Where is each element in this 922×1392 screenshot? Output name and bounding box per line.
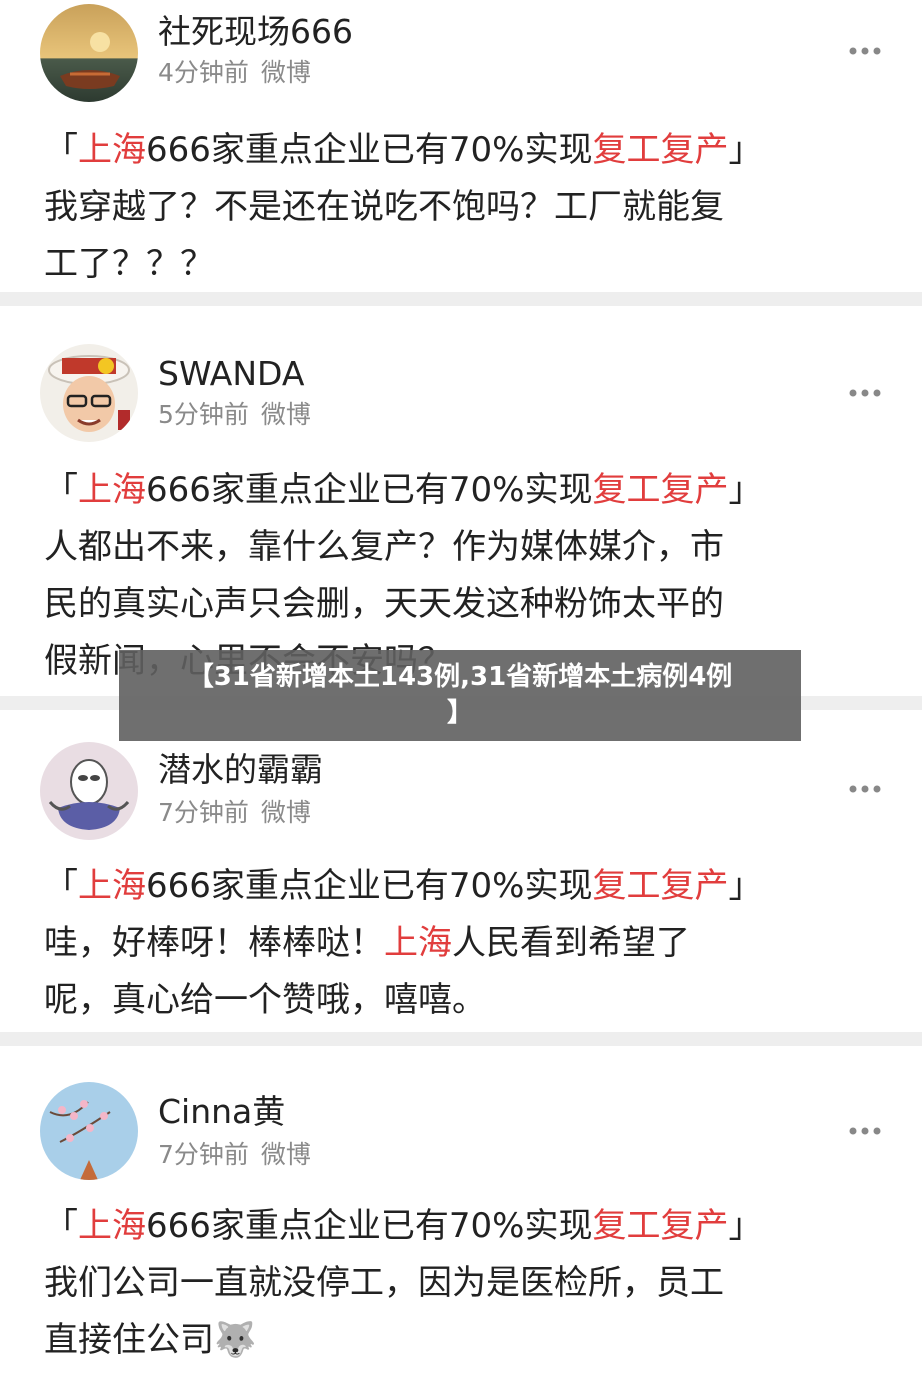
post-line: 哇，好棒呀！棒棒哒！上海人民看到希望了: [44, 923, 690, 963]
post-line: 「上海666家重点企业已有70%实现复工复产」: [44, 866, 763, 906]
highlight-text: 上海: [78, 470, 146, 510]
post-time: 7分钟前: [158, 1140, 249, 1169]
username[interactable]: 社死现场666: [158, 12, 353, 52]
username[interactable]: SWANDA: [158, 354, 304, 394]
highlight-text: 上海: [78, 130, 146, 170]
post-card: 社死现场666 4分钟前 微博 「上海666家重点企业已有70%实现复工复产」 我…: [0, 0, 922, 292]
avatar-image: [40, 344, 138, 442]
post-divider: [0, 292, 922, 306]
wolf-emoji-icon: 🐺: [214, 1320, 257, 1360]
post-line: 「上海666家重点企业已有70%实现复工复产」: [44, 470, 763, 510]
avatar[interactable]: [40, 4, 138, 102]
post-time: 4分钟前: [158, 58, 249, 87]
highlight-text: 上海: [78, 866, 146, 906]
post-body: 「上海666家重点企业已有70%实现复工复产」 哇，好棒呀！棒棒哒！上海人民看到…: [44, 858, 874, 1029]
post-source: 微博: [260, 400, 311, 429]
post-line: 人都出不来，靠什么复产？作为媒体媒介，市: [44, 527, 724, 567]
post-line: 「上海666家重点企业已有70%实现复工复产」: [44, 130, 763, 170]
username[interactable]: 潜水的霸霸: [158, 750, 323, 790]
post-time: 7分钟前: [158, 798, 249, 827]
post-body: 「上海666家重点企业已有70%实现复工复产」 我穿越了？不是还在说吃不饱吗？工…: [44, 122, 874, 293]
post-meta: 5分钟前 微博: [158, 400, 311, 430]
post-time: 5分钟前: [158, 400, 249, 429]
headline-banner[interactable]: 【31省新增本土143例,31省新增本土病例4例 】: [119, 650, 801, 741]
avatar[interactable]: [40, 742, 138, 840]
post-line: 呢，真心给一个赞哦，嘻嘻。: [44, 980, 486, 1020]
avatar[interactable]: [40, 344, 138, 442]
highlight-text: 上海: [78, 1206, 146, 1246]
post-body: 「上海666家重点企业已有70%实现复工复产」 我们公司一直就没停工，因为是医检…: [44, 1198, 874, 1369]
post-source: 微博: [260, 798, 311, 827]
highlight-text: 复工复产: [592, 130, 729, 170]
post-line: 直接住公司🐺: [44, 1320, 257, 1360]
post-source: 微博: [260, 58, 311, 87]
post-line: 「上海666家重点企业已有70%实现复工复产」: [44, 1206, 763, 1246]
post-meta: 7分钟前 微博: [158, 798, 311, 828]
post-line: 我穿越了？不是还在说吃不饱吗？工厂就能复: [44, 187, 724, 227]
post-line: 我们公司一直就没停工，因为是医检所，员工: [44, 1263, 724, 1303]
highlight-text: 复工复产: [592, 866, 729, 906]
more-dots-icon[interactable]: [848, 46, 882, 56]
more-dots-icon[interactable]: [848, 1126, 882, 1136]
post-card: SWANDA 5分钟前 微博 「上海666家重点企业已有70%实现复工复产」 人都…: [0, 306, 922, 696]
banner-line: 【31省新增本土143例,31省新增本土病例4例: [187, 662, 733, 692]
more-dots-icon[interactable]: [848, 388, 882, 398]
avatar[interactable]: [40, 1082, 138, 1180]
post-source: 微博: [260, 1140, 311, 1169]
highlight-text: 上海: [384, 923, 452, 963]
post-divider: [0, 1032, 922, 1046]
more-dots-icon[interactable]: [848, 784, 882, 794]
highlight-text: 复工复产: [592, 470, 729, 510]
avatar-image: [40, 742, 138, 840]
post-line: 工了？？？: [44, 244, 214, 284]
banner-line: 】: [446, 698, 473, 728]
post-card: 潜水的霸霸 7分钟前 微博 「上海666家重点企业已有70%实现复工复产」 哇，好…: [0, 710, 922, 1032]
post-line: 民的真实心声只会删，天天发这种粉饰太平的: [44, 584, 724, 624]
post-meta: 4分钟前 微博: [158, 58, 311, 88]
username[interactable]: Cinna黄: [158, 1092, 285, 1132]
post-meta: 7分钟前 微博: [158, 1140, 311, 1170]
post-card: Cinna黄 7分钟前 微博 「上海666家重点企业已有70%实现复工复产」 我们…: [0, 1046, 922, 1392]
avatar-image: [40, 1082, 138, 1180]
avatar-image: [40, 4, 138, 102]
highlight-text: 复工复产: [592, 1206, 729, 1246]
